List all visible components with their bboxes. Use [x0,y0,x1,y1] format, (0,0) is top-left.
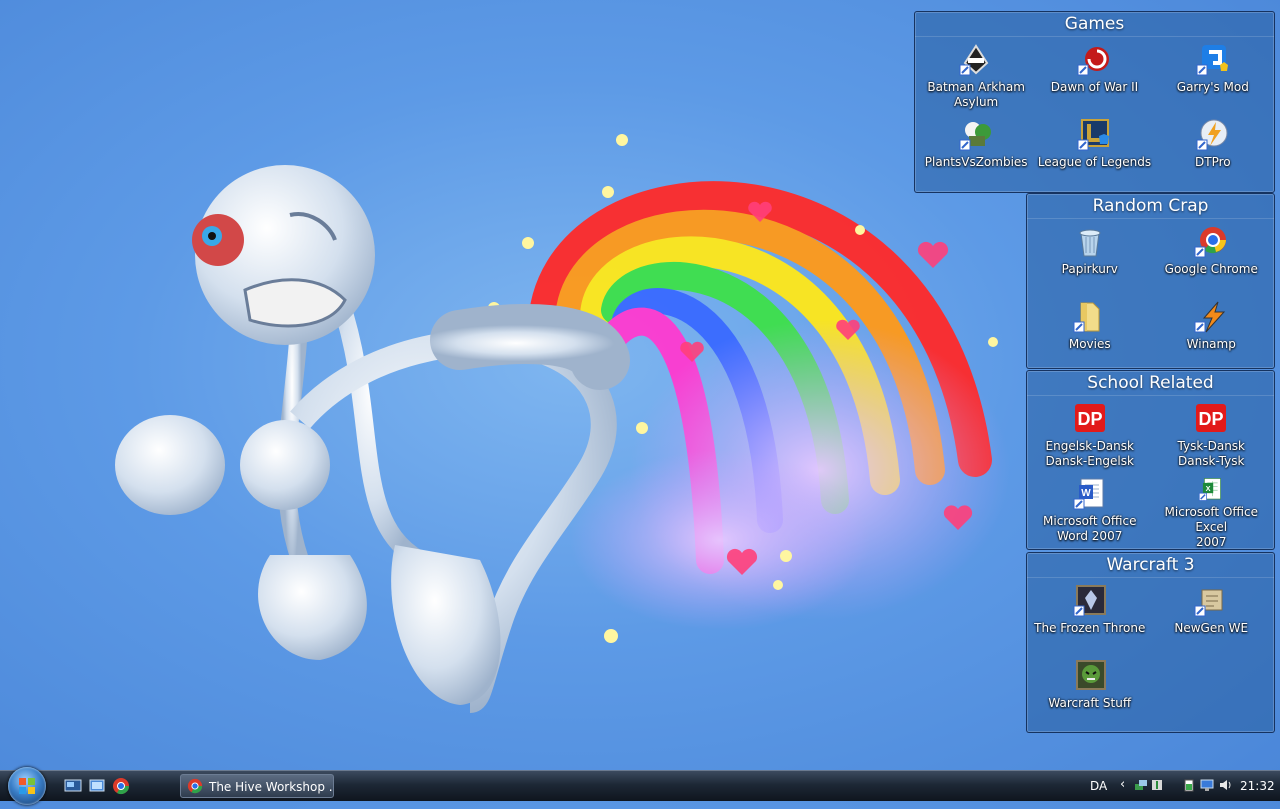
icon-label: Winamp [1186,337,1236,351]
desktop-icon-dawn-of-war[interactable]: Dawn of War II [1035,41,1153,116]
fence-school-related[interactable]: School Related DP Engelsk-Dansk Dansk-En… [1026,370,1275,550]
icon-label: Microsoft Office Excel 2007 [1164,505,1258,549]
chrome-quicklaunch-icon[interactable] [112,777,130,795]
security-tray-icon[interactable] [1150,778,1164,792]
icon-label: Tysk-Dansk Dansk-Tysk [1177,439,1246,468]
show-desktop-icon[interactable] [64,777,82,795]
newgen-we-icon [1194,589,1223,617]
battery-tray-icon[interactable] [1182,778,1196,792]
icon-label: DTPro [1195,155,1231,169]
system-clock[interactable]: 21:32 [1240,779,1275,793]
fence-games[interactable]: Games Batman Arkham Asylum Dawn of War I… [914,11,1275,193]
league-of-legends-icon [1077,119,1110,151]
desktop-icon-engelsk-dansk[interactable]: DP Engelsk-Dansk Dansk-Engelsk [1029,400,1151,475]
word-icon: W [1073,478,1104,510]
switch-windows-icon[interactable] [88,777,106,795]
start-button[interactable] [8,767,46,805]
fence-title: Warcraft 3 [1027,553,1274,578]
fence-warcraft-3[interactable]: Warcraft 3 The Frozen Throne NewGen WE W… [1026,552,1275,733]
desktop-icon-recycle-bin[interactable]: Papirkurv [1029,223,1151,298]
svg-text:X: X [1206,484,1211,493]
taskbar-button-hive-workshop[interactable]: The Hive Workshop ... [180,774,334,798]
icon-label: Dawn of War II [1050,80,1139,94]
batman-icon [959,44,989,76]
network-tray-icon[interactable] [1134,778,1148,792]
desktop-icon-winamp[interactable]: Winamp [1151,298,1273,373]
garrys-mod-icon [1196,45,1228,76]
monitor-tray-icon[interactable] [1200,778,1214,792]
svg-text:DP: DP [1077,409,1102,429]
excel-icon: X [1199,478,1222,501]
icon-label: Warcraft Stuff [1048,696,1132,710]
desktop-icon-warcraft-stuff[interactable]: Warcraft Stuff [1029,657,1151,732]
icon-label: Microsoft Office Word 2007 [1043,514,1137,543]
fence-title: Games [915,12,1274,37]
recycle-bin-icon [1079,229,1101,257]
desktop-icon-plants-vs-zombies[interactable]: PlantsVsZombies [917,116,1035,191]
language-indicator[interactable]: DA [1090,779,1107,793]
dawn-of-war-icon [1077,47,1110,76]
svg-text:DP: DP [1199,409,1224,429]
desktop-icon-garrys-mod[interactable]: Garry's Mod [1154,41,1272,116]
desktop-icon-google-chrome[interactable]: Google Chrome [1151,223,1273,298]
icon-label: Google Chrome [1164,262,1258,276]
fence-title: Random Crap [1027,194,1274,219]
fence-title: School Related [1027,371,1274,396]
taskbar-button-label: The Hive Workshop ... [209,780,334,794]
winamp-icon [1194,301,1226,333]
chrome-icon [187,778,203,794]
windows-logo-icon [19,778,35,794]
icon-label: Papirkurv [1061,262,1118,276]
svg-text:W: W [1081,488,1091,499]
desktop-icon-frozen-throne[interactable]: The Frozen Throne [1029,582,1151,657]
taskbar: The Hive Workshop ... DA ‹ 21:32 [0,767,1280,805]
fence-random-crap[interactable]: Random Crap Papirkurv Google Chrome Movi… [1026,193,1275,369]
dictionary-icon: DP [1196,404,1227,432]
desktop-icon-excel-2007[interactable]: X Microsoft Office Excel 2007 [1151,475,1273,550]
desktop-icon-batman[interactable]: Batman Arkham Asylum [917,41,1035,116]
icon-label: PlantsVsZombies [924,155,1028,169]
show-hidden-icons-chevron-icon[interactable]: ‹ [1120,777,1125,792]
dtpro-icon [1196,119,1228,151]
icon-label: League of Legends [1037,155,1152,169]
volume-tray-icon[interactable] [1218,778,1232,792]
icon-label: Engelsk-Dansk Dansk-Engelsk [1045,439,1134,468]
dictionary-icon: DP [1074,404,1105,432]
plants-vs-zombies-icon [959,122,992,151]
icon-label: The Frozen Throne [1034,621,1146,635]
desktop-icon-dtpro[interactable]: DTPro [1154,116,1272,191]
desktop-icon-tysk-dansk[interactable]: DP Tysk-Dansk Dansk-Tysk [1151,400,1273,475]
chrome-icon [1194,227,1227,258]
desktop-icon-movies[interactable]: Movies [1029,298,1151,373]
warcraft-stuff-icon [1075,660,1106,690]
desktop-icon-word-2007[interactable]: W Microsoft Office Word 2007 [1029,475,1151,550]
desktop-icon-newgen-we[interactable]: NewGen WE [1151,582,1273,657]
icon-label: NewGen WE [1174,621,1249,635]
icon-label: Batman Arkham Asylum [927,80,1025,109]
folder-icon [1073,302,1100,333]
desktop-icon-league-of-legends[interactable]: League of Legends [1035,116,1153,191]
frozen-throne-icon [1073,585,1106,617]
icon-label: Garry's Mod [1176,80,1249,94]
icon-label: Movies [1068,337,1111,351]
